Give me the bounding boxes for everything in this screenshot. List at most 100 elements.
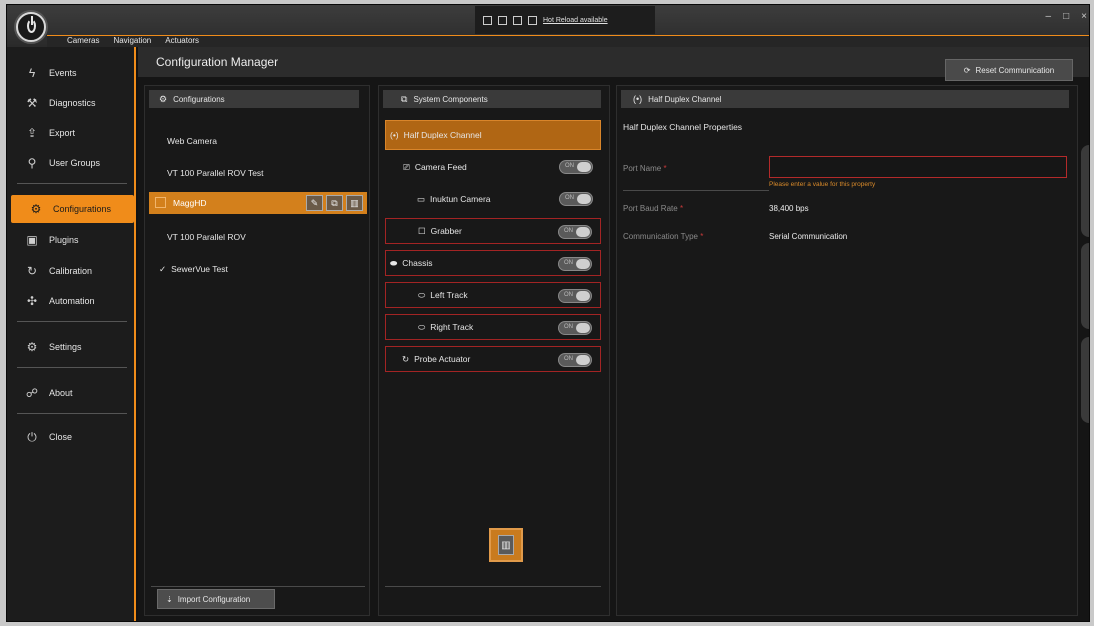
- menu-tab-cameras[interactable]: Cameras: [67, 36, 99, 45]
- binding-icon[interactable]: [528, 15, 537, 25]
- component-right-track[interactable]: ⬭ Right Track ON: [385, 314, 601, 340]
- panel-divider: [151, 586, 365, 587]
- reset-communication-button[interactable]: ⟳ Reset Communication: [945, 59, 1073, 81]
- component-camera-feed[interactable]: ⎚ Camera Feed ON: [385, 154, 601, 180]
- config-icon: ⚙: [159, 93, 168, 104]
- component-half-duplex-channel[interactable]: (•) Half Duplex Channel: [385, 120, 601, 150]
- minimize-button[interactable]: –: [1046, 11, 1052, 22]
- sidebar-item-user-groups[interactable]: ⚲ User Groups: [7, 149, 136, 177]
- delete-component-button[interactable]: ▥: [489, 528, 523, 562]
- sidebar-item-events[interactable]: ϟ Events: [7, 59, 136, 87]
- sidebar-item-about[interactable]: ☍ About: [7, 379, 136, 407]
- camera-feed-toggle[interactable]: ON: [559, 160, 593, 174]
- panel-title: Half Duplex Channel: [648, 94, 722, 104]
- configuration-item-selected[interactable]: MaggHD ✎ ⧉ ▥: [149, 192, 367, 214]
- track-focus-icon[interactable]: [513, 15, 522, 25]
- grabber-toggle[interactable]: ON: [558, 225, 592, 239]
- panel-divider: [385, 586, 601, 587]
- sidebar-item-diagnostics[interactable]: ⚒ Diagnostics: [7, 89, 136, 117]
- main-content: Configuration Manager ⟳ Reset Communicat…: [138, 47, 1089, 621]
- chassis-icon: ⬬: [390, 257, 398, 268]
- close-window-button[interactable]: ×: [1081, 11, 1087, 22]
- port-name-input[interactable]: [769, 156, 1067, 178]
- component-label: Grabber: [430, 226, 462, 236]
- track-icon: ⬭: [418, 321, 426, 332]
- select-element-icon[interactable]: [483, 15, 492, 25]
- system-components-panel: ⧉ System Components (•) Half Duplex Chann…: [378, 85, 610, 616]
- configuration-item[interactable]: VT 100 Parallel ROV: [149, 226, 367, 248]
- import-label: Import Configuration: [177, 594, 251, 604]
- component-left-track[interactable]: ⬭ Left Track ON: [385, 282, 601, 308]
- configuration-label: Web Camera: [167, 136, 217, 146]
- wrench-icon: ⚒: [26, 96, 38, 110]
- export-icon: ⇪: [26, 126, 38, 140]
- sidebar-item-settings[interactable]: ⚙ Settings: [7, 333, 136, 361]
- configuration-item[interactable]: VT 100 Parallel ROV Test: [149, 162, 367, 184]
- track-icon: ⬭: [418, 289, 426, 300]
- side-flyout-tab[interactable]: [1081, 337, 1089, 423]
- configuration-label: VT 100 Parallel ROV Test: [167, 168, 264, 178]
- right-track-toggle[interactable]: ON: [558, 321, 592, 335]
- baud-rate-value[interactable]: 38,400 bps: [769, 204, 809, 213]
- baud-rate-row: Port Baud Rate * 38,400 bps: [623, 196, 1063, 220]
- sidebar-item-label: Configurations: [53, 204, 112, 214]
- page-title: Configuration Manager: [156, 55, 279, 69]
- component-probe-actuator[interactable]: ↻ Probe Actuator ON: [385, 346, 601, 372]
- communication-type-value[interactable]: Serial Communication: [769, 232, 847, 241]
- component-chassis[interactable]: ⬬ Chassis ON: [385, 250, 601, 276]
- delete-icon[interactable]: ▥: [346, 195, 363, 211]
- sidebar-item-close[interactable]: ⏻ Close: [7, 423, 136, 451]
- configurations-panel: ⚙ Configurations Web Camera VT 100 Paral…: [144, 85, 370, 616]
- active-checkbox[interactable]: [155, 197, 166, 208]
- gear-icon: ⚙: [26, 340, 38, 354]
- component-label: Right Track: [430, 322, 474, 332]
- chassis-toggle[interactable]: ON: [558, 257, 592, 271]
- sidebar: ϟ Events ⚒ Diagnostics ⇪ Export ⚲ User Group…: [7, 47, 136, 621]
- app-window: Cameras Navigation Actuators Hot Reload …: [6, 4, 1090, 622]
- probe-actuator-toggle[interactable]: ON: [558, 353, 592, 367]
- configuration-item[interactable]: Web Camera: [149, 130, 367, 152]
- calibration-icon: ↻: [26, 264, 38, 278]
- component-inuktun-camera[interactable]: ▭ Inuktun Camera ON: [385, 186, 601, 212]
- config-icon: ⚙: [30, 202, 42, 216]
- side-flyout-tab[interactable]: [1081, 243, 1089, 329]
- side-flyout-tab[interactable]: [1081, 145, 1089, 237]
- menu-tab-navigation[interactable]: Navigation: [113, 36, 151, 45]
- copy-icon[interactable]: ⧉: [326, 195, 343, 211]
- panel-title: Configurations: [173, 94, 225, 104]
- component-label: Half Duplex Channel: [403, 130, 482, 140]
- sidebar-divider: [17, 413, 127, 414]
- bolt-icon: ϟ: [28, 66, 36, 80]
- about-icon: ☍: [25, 386, 39, 400]
- component-grabber[interactable]: ☐ Grabber ON: [385, 218, 601, 244]
- sidebar-item-calibration[interactable]: ↻ Calibration: [7, 257, 136, 285]
- sidebar-item-automation[interactable]: ✣ Automation: [7, 287, 136, 315]
- power-logo-icon: [27, 16, 36, 33]
- configuration-item-active[interactable]: ✓ SewerVue Test: [149, 258, 367, 280]
- sidebar-item-label: User Groups: [49, 158, 101, 168]
- sidebar-item-configurations[interactable]: ⚙ Configurations: [11, 195, 134, 223]
- app-logo[interactable]: [16, 12, 46, 42]
- component-label: Probe Actuator: [414, 354, 471, 364]
- sidebar-item-export[interactable]: ⇪ Export: [7, 119, 136, 147]
- import-configuration-button[interactable]: ⇣ Import Configuration: [157, 589, 275, 609]
- import-icon: ⇣: [166, 594, 173, 604]
- required-mark: *: [679, 203, 684, 213]
- reset-communication-label: Reset Communication: [975, 65, 1055, 75]
- hot-reload-link[interactable]: Hot Reload available: [543, 17, 608, 24]
- system-components-header: ⧉ System Components: [383, 90, 601, 108]
- grabber-icon: ☐: [418, 225, 426, 236]
- sidebar-item-label: Automation: [49, 296, 95, 306]
- power-icon: ⏻: [27, 429, 37, 444]
- display-layout-icon[interactable]: [498, 15, 507, 25]
- sidebar-item-plugins[interactable]: ▣ Plugins: [7, 226, 136, 254]
- left-track-toggle[interactable]: ON: [558, 289, 592, 303]
- component-label: Left Track: [430, 290, 468, 300]
- port-name-error: Please enter a value for this property: [769, 181, 876, 188]
- edit-icon[interactable]: ✎: [306, 195, 323, 211]
- maximize-button[interactable]: □: [1063, 11, 1069, 22]
- sidebar-item-label: Diagnostics: [49, 98, 96, 108]
- sidebar-divider: [17, 321, 127, 322]
- inuktun-camera-toggle[interactable]: ON: [559, 192, 593, 206]
- menu-tab-actuators[interactable]: Actuators: [165, 36, 199, 45]
